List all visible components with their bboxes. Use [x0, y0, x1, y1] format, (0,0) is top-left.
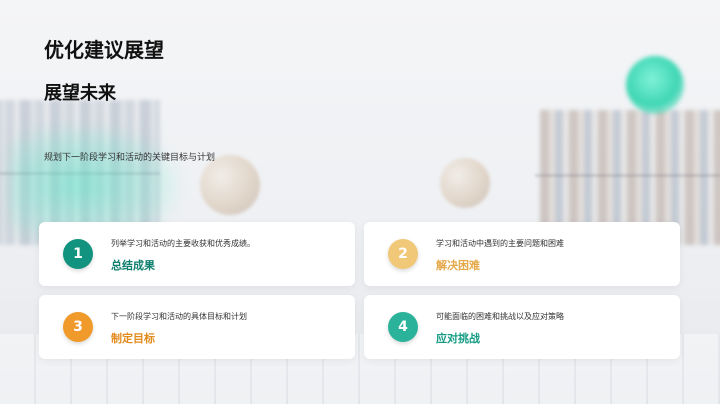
card-challenges: 4 可能面临的困难和挑战以及应对策略 应对挑战	[364, 295, 680, 359]
card-heading: 应对挑战	[436, 332, 480, 345]
slide-title: 优化建议展望	[44, 38, 164, 62]
card-description: 学习和活动中遇到的主要问题和困难	[436, 239, 564, 248]
card-heading: 总结成果	[111, 259, 155, 272]
card-heading: 制定目标	[111, 332, 155, 345]
card-solve: 2 学习和活动中遇到的主要问题和困难 解决困难	[364, 222, 680, 286]
card-description: 可能面临的困难和挑战以及应对策略	[436, 312, 564, 321]
card-summary: 1 列举学习和活动的主要收获和优秀成绩。 总结成果	[39, 222, 355, 286]
slide-subtitle: 展望未来	[44, 83, 116, 104]
slide-content: 优化建议展望 展望未来 规划下一阶段学习和活动的关键目标与计划 1 列举学习和活…	[0, 0, 720, 404]
number-badge: 2	[388, 239, 418, 269]
number-badge: 3	[63, 312, 93, 342]
slide-intro: 规划下一阶段学习和活动的关键目标与计划	[44, 153, 216, 163]
card-description: 列举学习和活动的主要收获和优秀成绩。	[111, 239, 255, 248]
number-badge: 4	[388, 312, 418, 342]
card-heading: 解决困难	[436, 259, 480, 272]
card-description: 下一阶段学习和活动的具体目标和计划	[111, 312, 247, 321]
card-goals: 3 下一阶段学习和活动的具体目标和计划 制定目标	[39, 295, 355, 359]
number-badge: 1	[63, 239, 93, 269]
